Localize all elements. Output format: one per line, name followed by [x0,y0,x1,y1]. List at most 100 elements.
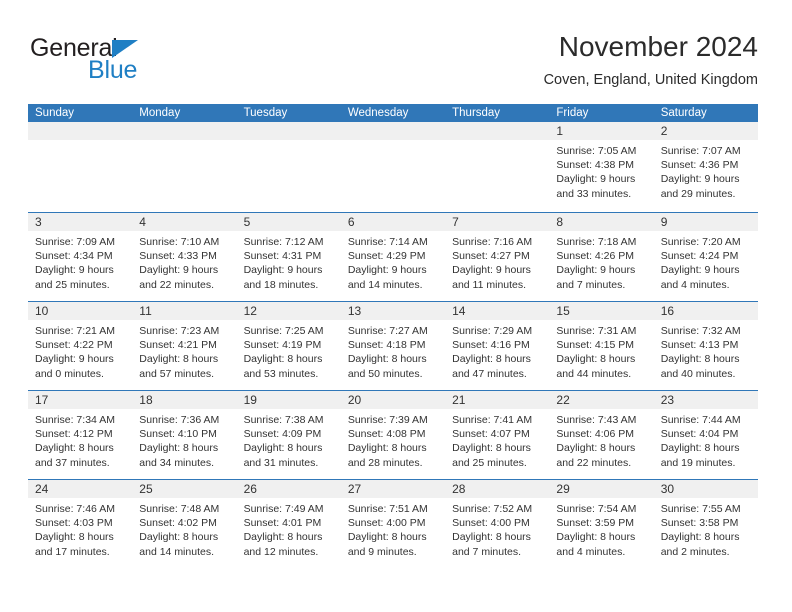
daylight-text-line1: Daylight: 9 hours [660,173,740,186]
daylight-text-line2: and 25 minutes. [35,278,110,291]
day-cell[interactable]: 30 Sunrise: 7:55 AM Sunset: 3:58 PM Dayl… [653,480,758,568]
daylight-text-line1: Daylight: 9 hours [243,264,323,277]
sunrise-text: Sunrise: 7:44 AM [660,414,741,426]
day-cell [132,122,237,212]
week-row: 10 Sunrise: 7:21 AM Sunset: 4:22 PM Dayl… [28,301,758,390]
title-block: November 2024 Coven, England, United Kin… [544,30,758,91]
day-cell[interactable]: 11 Sunrise: 7:23 AM Sunset: 4:21 PM Dayl… [132,302,237,390]
day-number: 9 [653,213,758,231]
day-details: Sunrise: 7:32 AM Sunset: 4:13 PM Dayligh… [654,320,758,381]
sunset-text: Sunset: 4:09 PM [243,428,322,441]
day-cell[interactable]: 15 Sunrise: 7:31 AM Sunset: 4:15 PM Dayl… [549,302,654,390]
day-cell[interactable]: 16 Sunrise: 7:32 AM Sunset: 4:13 PM Dayl… [653,302,758,390]
day-cell[interactable]: 21 Sunrise: 7:41 AM Sunset: 4:07 PM Dayl… [445,391,550,479]
day-cell[interactable]: 12 Sunrise: 7:25 AM Sunset: 4:19 PM Dayl… [236,302,341,390]
day-number: 29 [549,480,654,498]
day-cell[interactable]: 19 Sunrise: 7:38 AM Sunset: 4:09 PM Dayl… [236,391,341,479]
daylight-text-line1: Daylight: 8 hours [139,442,219,455]
day-number: 23 [653,391,758,409]
daylight-text-line2: and 9 minutes. [347,545,417,558]
sunrise-text: Sunrise: 7:07 AM [660,145,741,157]
sunset-text: Sunset: 4:36 PM [660,159,739,172]
day-number: 3 [28,213,133,231]
day-cell[interactable]: 20 Sunrise: 7:39 AM Sunset: 4:08 PM Dayl… [340,391,446,479]
sunset-text: Sunset: 4:15 PM [556,339,635,352]
daylight-text-line2: and 28 minutes. [347,456,423,469]
day-cell[interactable]: 13 Sunrise: 7:27 AM Sunset: 4:18 PM Dayl… [340,302,446,390]
day-cell[interactable]: 18 Sunrise: 7:36 AM Sunset: 4:10 PM Dayl… [132,391,237,479]
sunset-text: Sunset: 4:07 PM [452,428,530,441]
sunrise-text: Sunrise: 7:51 AM [347,503,428,515]
day-cell[interactable]: 3 Sunrise: 7:09 AM Sunset: 4:34 PM Dayli… [28,213,133,301]
sunrise-text: Sunrise: 7:36 AM [139,414,220,426]
day-cell[interactable]: 8 Sunrise: 7:18 AM Sunset: 4:26 PM Dayli… [549,213,654,301]
day-cell[interactable]: 28 Sunrise: 7:52 AM Sunset: 4:00 PM Dayl… [445,480,550,568]
day-details: Sunrise: 7:09 AM Sunset: 4:34 PM Dayligh… [28,231,132,292]
daylight-text-line2: and 0 minutes. [35,367,104,380]
sunrise-text: Sunrise: 7:52 AM [452,503,533,515]
daylight-text-line1: Daylight: 9 hours [35,353,114,366]
sunset-text: Sunset: 4:03 PM [35,517,113,530]
day-number [445,122,550,140]
day-number: 24 [28,480,133,498]
daylight-text-line2: and 34 minutes. [139,456,214,469]
sunset-text: Sunset: 4:22 PM [35,339,113,352]
day-cell[interactable]: 26 Sunrise: 7:49 AM Sunset: 4:01 PM Dayl… [236,480,341,568]
day-details: Sunrise: 7:18 AM Sunset: 4:26 PM Dayligh… [549,231,653,292]
daylight-text-line1: Daylight: 9 hours [347,264,427,277]
day-cell[interactable]: 23 Sunrise: 7:44 AM Sunset: 4:04 PM Dayl… [653,391,758,479]
day-cell [236,122,341,212]
day-cell[interactable]: 2 Sunrise: 7:07 AM Sunset: 4:36 PM Dayli… [653,122,758,212]
day-details: Sunrise: 7:48 AM Sunset: 4:02 PM Dayligh… [132,498,236,559]
daylight-text-line1: Daylight: 8 hours [452,442,531,455]
day-cell[interactable]: 1 Sunrise: 7:05 AM Sunset: 4:38 PM Dayli… [549,122,654,212]
day-number: 30 [653,480,758,498]
general-blue-logo[interactable]: General Blue [28,30,228,90]
daylight-text-line2: and 57 minutes. [139,367,214,380]
day-cell[interactable]: 4 Sunrise: 7:10 AM Sunset: 4:33 PM Dayli… [132,213,237,301]
day-cell[interactable]: 14 Sunrise: 7:29 AM Sunset: 4:16 PM Dayl… [445,302,550,390]
sunset-text: Sunset: 4:00 PM [452,517,530,530]
day-cell[interactable]: 29 Sunrise: 7:54 AM Sunset: 3:59 PM Dayl… [549,480,654,568]
day-details: Sunrise: 7:51 AM Sunset: 4:00 PM Dayligh… [341,498,445,559]
sunrise-text: Sunrise: 7:25 AM [243,325,324,337]
day-cell [340,122,446,212]
day-cell[interactable]: 27 Sunrise: 7:51 AM Sunset: 4:00 PM Dayl… [340,480,446,568]
daylight-text-line1: Daylight: 8 hours [243,442,323,455]
weekday-thursday: Thursday [452,107,501,119]
daylight-text-line2: and 37 minutes. [35,456,110,469]
sunset-text: Sunset: 3:58 PM [660,517,739,530]
daylight-text-line1: Daylight: 8 hours [452,531,531,544]
daylight-text-line1: Daylight: 8 hours [139,531,219,544]
day-details: Sunrise: 7:34 AM Sunset: 4:12 PM Dayligh… [28,409,132,470]
day-details: Sunrise: 7:55 AM Sunset: 3:58 PM Dayligh… [654,498,758,559]
daylight-text-line1: Daylight: 8 hours [347,531,427,544]
daylight-text-line1: Daylight: 9 hours [139,264,219,277]
day-number: 8 [549,213,654,231]
day-details: Sunrise: 7:49 AM Sunset: 4:01 PM Dayligh… [237,498,341,559]
weekday-friday: Friday [556,107,589,119]
sunset-text: Sunset: 3:59 PM [556,517,635,530]
weekday-monday: Monday [139,107,181,119]
day-number: 12 [236,302,341,320]
sunset-text: Sunset: 4:31 PM [243,250,322,263]
sunrise-text: Sunrise: 7:14 AM [347,236,428,248]
day-cell[interactable]: 24 Sunrise: 7:46 AM Sunset: 4:03 PM Dayl… [28,480,133,568]
day-cell[interactable]: 6 Sunrise: 7:14 AM Sunset: 4:29 PM Dayli… [340,213,446,301]
daylight-text-line1: Daylight: 8 hours [347,353,427,366]
day-cell[interactable]: 5 Sunrise: 7:12 AM Sunset: 4:31 PM Dayli… [236,213,341,301]
day-cell[interactable]: 25 Sunrise: 7:48 AM Sunset: 4:02 PM Dayl… [132,480,237,568]
day-cell[interactable]: 9 Sunrise: 7:20 AM Sunset: 4:24 PM Dayli… [653,213,758,301]
day-cell[interactable]: 17 Sunrise: 7:34 AM Sunset: 4:12 PM Dayl… [28,391,133,479]
sunrise-text: Sunrise: 7:16 AM [452,236,533,248]
day-details: Sunrise: 7:05 AM Sunset: 4:38 PM Dayligh… [549,140,653,201]
daylight-text-line2: and 22 minutes. [556,456,632,469]
day-cell[interactable]: 22 Sunrise: 7:43 AM Sunset: 4:06 PM Dayl… [549,391,654,479]
day-cell[interactable]: 10 Sunrise: 7:21 AM Sunset: 4:22 PM Dayl… [28,302,133,390]
sunrise-text: Sunrise: 7:32 AM [660,325,741,337]
daylight-text-line1: Daylight: 8 hours [347,442,427,455]
day-cell[interactable]: 7 Sunrise: 7:16 AM Sunset: 4:27 PM Dayli… [445,213,550,301]
page-header: General Blue November 2024 Coven, Englan… [28,30,758,98]
sunrise-text: Sunrise: 7:21 AM [35,325,115,337]
sunset-text: Sunset: 4:01 PM [243,517,322,530]
